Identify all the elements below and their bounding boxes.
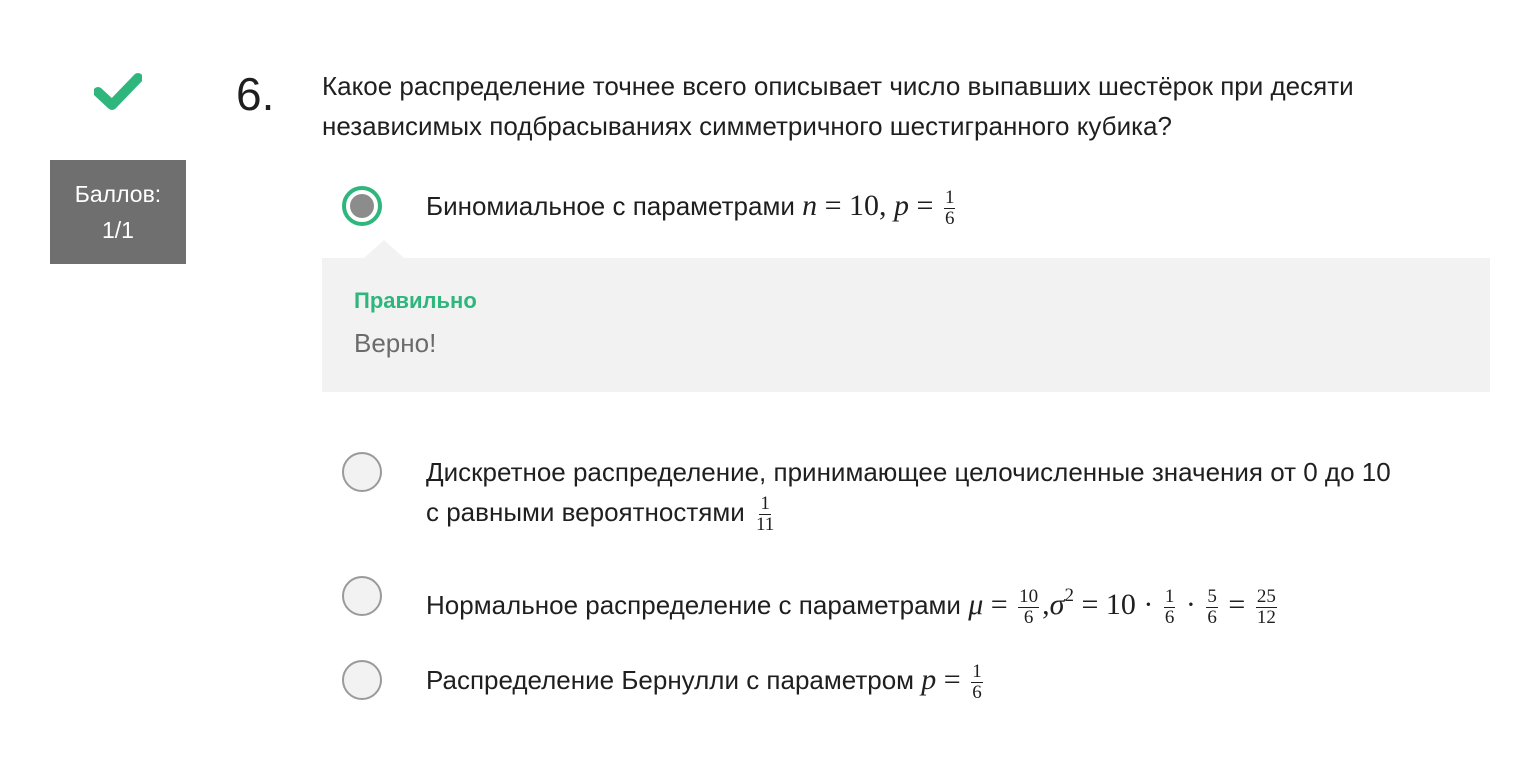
option-label-3[interactable]: Нормальное распределение с параметрами μ…	[426, 576, 1280, 628]
option-label-4[interactable]: Распределение Бернулли с параметром p = …	[426, 660, 986, 703]
option-text: Распределение Бернулли с параметром	[426, 665, 915, 695]
option-text: Биномиальное с параметрами	[426, 191, 795, 221]
option-math: p = 16	[921, 660, 983, 703]
option-math: 1 11	[755, 492, 775, 535]
option-radio-1[interactable]	[342, 186, 382, 226]
option-math: n = 10, p = 16	[802, 186, 956, 229]
question-text: Какое распределение точнее всего описыва…	[322, 71, 1354, 141]
score-badge: Баллов: 1/1	[50, 160, 186, 264]
option-label-2[interactable]: Дискретное распределение, принимающее це…	[426, 452, 1391, 535]
option-radio-4[interactable]	[342, 660, 382, 700]
feedback-panel: Правильно Верно!	[322, 240, 1490, 392]
feedback-pointer	[364, 240, 404, 258]
feedback-text: Верно!	[354, 328, 437, 358]
option-text-line1: Дискретное распределение, принимающее це…	[426, 457, 1391, 487]
score-label: Баллов:	[74, 181, 162, 207]
option-label-1[interactable]: Биномиальное с параметрами n = 10, p = 1…	[426, 186, 958, 229]
checkmark-icon	[94, 73, 142, 110]
option-text-line2: с равными вероятностями 1 11	[426, 492, 775, 535]
radio-selected-dot	[350, 194, 374, 218]
feedback-title: Правильно	[354, 288, 477, 313]
option-radio-2[interactable]	[342, 452, 382, 492]
option-text: Нормальное распределение с параметрами	[426, 590, 961, 620]
score-value: 1/1	[102, 217, 134, 243]
question-number: 6.	[236, 68, 275, 120]
option-radio-3[interactable]	[342, 576, 382, 616]
option-math: μ = 10 6 ,σ2 = 10 · 16 · 56 = 25 12	[968, 585, 1277, 628]
